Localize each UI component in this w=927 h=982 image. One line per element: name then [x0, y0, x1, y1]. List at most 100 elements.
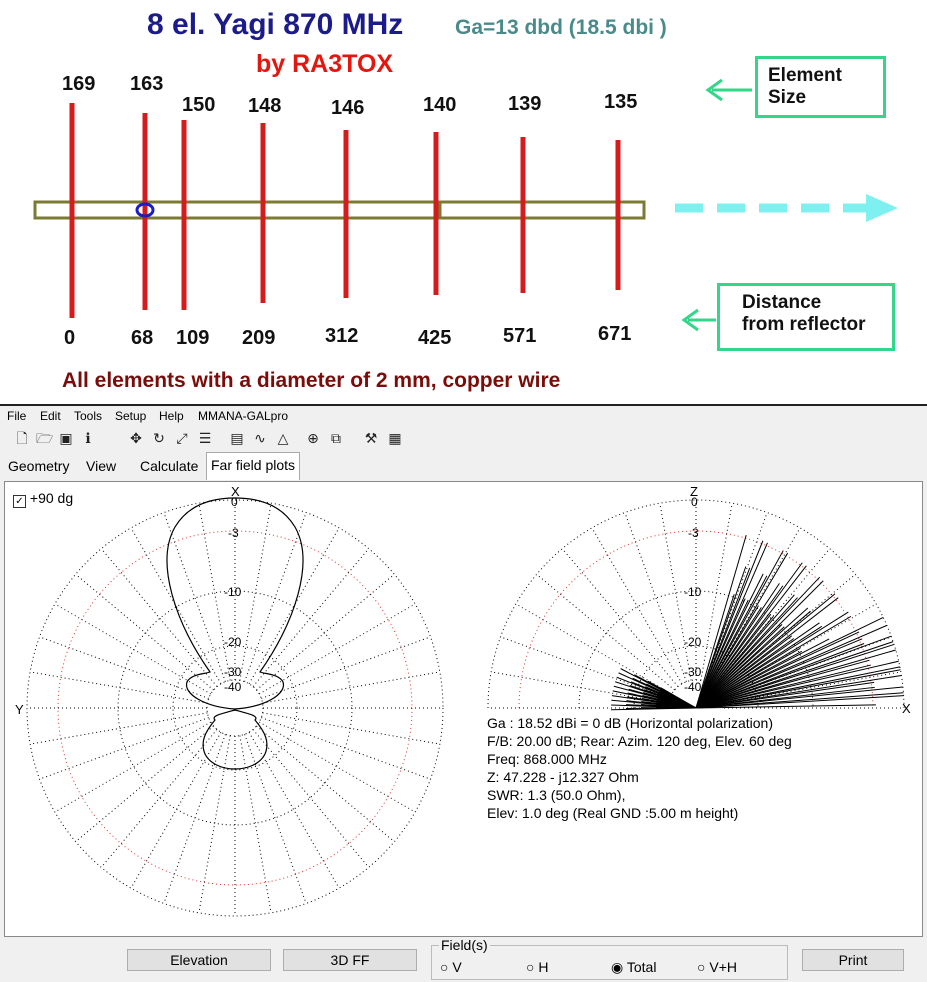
- wire-list-icon[interactable]: ☰: [197, 431, 213, 447]
- azimuth-ring-10: -10: [224, 585, 242, 599]
- mmana-window: File Edit Tools Setup Help MMANA-GALpro …: [0, 404, 927, 982]
- grid-spoke: [76, 574, 214, 690]
- menu-mmana-galpro[interactable]: MMANA-GALpro: [198, 409, 288, 423]
- grid-spoke: [259, 722, 415, 812]
- direction-arrowhead: [866, 194, 898, 222]
- size-label-6: 140: [423, 94, 456, 117]
- menu-setup[interactable]: Setup: [115, 409, 146, 423]
- diameter-note: All elements with a diameter of 2 mm, co…: [62, 369, 560, 393]
- azimuth-ring-20: -20: [224, 635, 242, 649]
- open-folder-icon[interactable]: 🗁: [36, 431, 52, 447]
- info-impedance: Z: 47.228 - j12.327 Ohm: [487, 768, 792, 786]
- grid-spoke: [562, 549, 678, 687]
- element-size-callout: Element Size: [755, 56, 886, 118]
- tab-view[interactable]: View: [82, 454, 120, 479]
- menu-edit[interactable]: Edit: [40, 409, 61, 423]
- info-freq: Freq: 868.000 MHz: [487, 750, 792, 768]
- print-button[interactable]: Print: [802, 949, 904, 971]
- radio-total-selected-icon: ◉: [611, 959, 623, 975]
- grid-spoke: [30, 713, 207, 744]
- grid-spoke: [199, 736, 230, 913]
- info-gain: Ga : 18.52 dBi = 0 dB (Horizontal polari…: [487, 714, 792, 732]
- azimuth-ring-3: -3: [228, 526, 239, 540]
- elevation-ring-40: -40: [684, 680, 702, 694]
- elevation-ring-30: -30: [684, 665, 702, 679]
- radio-total[interactable]: ◉ Total: [611, 959, 656, 976]
- fields-group-label: Field(s): [439, 937, 490, 953]
- tab-calculate[interactable]: Calculate: [136, 454, 202, 479]
- grid-spoke: [101, 729, 217, 867]
- results-info: Ga : 18.52 dBi = 0 dB (Horizontal polari…: [487, 714, 792, 822]
- size-label-7: 139: [508, 93, 541, 116]
- tab-geometry[interactable]: Geometry: [4, 454, 73, 479]
- grid-spoke: [76, 726, 214, 842]
- grid-spoke: [131, 732, 221, 888]
- save-icon[interactable]: ▣: [58, 431, 74, 447]
- grid-spoke: [249, 732, 339, 888]
- grid-spoke: [256, 726, 394, 842]
- curve-icon[interactable]: ∿: [252, 431, 268, 447]
- document-icon[interactable]: ▤: [229, 431, 245, 447]
- azimuth-axis-side: Y: [15, 702, 24, 717]
- size-label-8: 135: [604, 91, 637, 114]
- grid-spoke: [263, 672, 440, 703]
- radio-h[interactable]: ○ H: [526, 959, 548, 975]
- size-label-1: 169: [62, 73, 95, 96]
- azimuth-spokes: [27, 500, 443, 916]
- move-icon[interactable]: ✥: [128, 431, 144, 447]
- radio-vh[interactable]: ○ V+H: [697, 959, 737, 975]
- elevation-pattern: [611, 535, 904, 710]
- pattern-ray: [696, 583, 779, 708]
- grid-spoke: [537, 574, 675, 690]
- size-label-2: 163: [130, 73, 163, 96]
- info-swr: SWR: 1.3 (50.0 Ohm),: [487, 786, 792, 804]
- calculator-icon[interactable]: ▦: [387, 431, 403, 447]
- grid-spoke: [253, 729, 369, 867]
- 3d-ff-button[interactable]: 3D FF: [283, 949, 417, 971]
- copy-icon[interactable]: ⧉: [328, 431, 344, 447]
- menu-bar: File Edit Tools Setup Help MMANA-GALpro: [0, 406, 927, 426]
- resize-icon[interactable]: ⤢: [174, 431, 190, 447]
- size-label-3: 150: [182, 94, 215, 117]
- grid-spoke: [516, 604, 672, 694]
- grid-spoke: [592, 528, 682, 684]
- menu-tools[interactable]: Tools: [74, 409, 102, 423]
- distance-label-6: 425: [418, 327, 451, 350]
- distance-label-7: 571: [503, 325, 536, 348]
- grid-spoke: [240, 736, 271, 913]
- azimuth-ring-30: -30: [224, 665, 242, 679]
- menu-file[interactable]: File: [7, 409, 26, 423]
- grid-spoke: [30, 672, 207, 703]
- elevation-ring-3: -3: [688, 526, 699, 540]
- distance-label-5: 312: [325, 325, 358, 348]
- polar-plots-svg: X Y 0 -3 -10 -20 -30 -40 Z X 0 -3 -10 -2…: [5, 482, 922, 936]
- boom-segment-2: [440, 202, 644, 218]
- boom-segment-1: [35, 202, 440, 218]
- toolbar: 🗋 🗁 ▣ ℹ ✥ ↻ ⤢ ☰ ▤ ∿ △ ⊕ ⧉ ⚒ ▦: [0, 428, 927, 450]
- far-field-plot-area: ✓ +90 dg X Y 0 -3 -10 -20 -30 -40: [4, 481, 923, 937]
- radio-v-icon: ○: [440, 959, 448, 975]
- elevation-button[interactable]: Elevation: [127, 949, 271, 971]
- radio-h-icon: ○: [526, 959, 534, 975]
- elevation-ring-0: 0: [691, 495, 698, 509]
- grid-spoke: [263, 713, 440, 744]
- size-label-4: 148: [248, 95, 281, 118]
- info-elevation: Elev: 1.0 deg (Real GND :5.00 m height): [487, 804, 792, 822]
- elevation-axis-side: X: [902, 701, 911, 716]
- grid-spoke: [710, 528, 800, 684]
- new-file-icon[interactable]: 🗋: [14, 431, 30, 447]
- info-icon[interactable]: ℹ: [80, 431, 96, 447]
- menu-help[interactable]: Help: [159, 409, 184, 423]
- distance-label-3: 109: [176, 327, 209, 350]
- grid-spoke: [256, 574, 394, 690]
- tools-icon[interactable]: ⚒: [363, 431, 379, 447]
- tab-far-field-plots[interactable]: Far field plots: [206, 452, 300, 480]
- fields-group: Field(s) ○ V ○ H ◉ Total ○ V+H: [431, 945, 788, 980]
- target-icon[interactable]: ⊕: [305, 431, 321, 447]
- distance-label-4: 209: [242, 327, 275, 350]
- rotate-icon[interactable]: ↻: [151, 431, 167, 447]
- radio-vh-icon: ○: [697, 959, 705, 975]
- azimuth-ring-40: -40: [224, 680, 242, 694]
- radio-v[interactable]: ○ V: [440, 959, 462, 975]
- triangle-icon[interactable]: △: [275, 431, 291, 447]
